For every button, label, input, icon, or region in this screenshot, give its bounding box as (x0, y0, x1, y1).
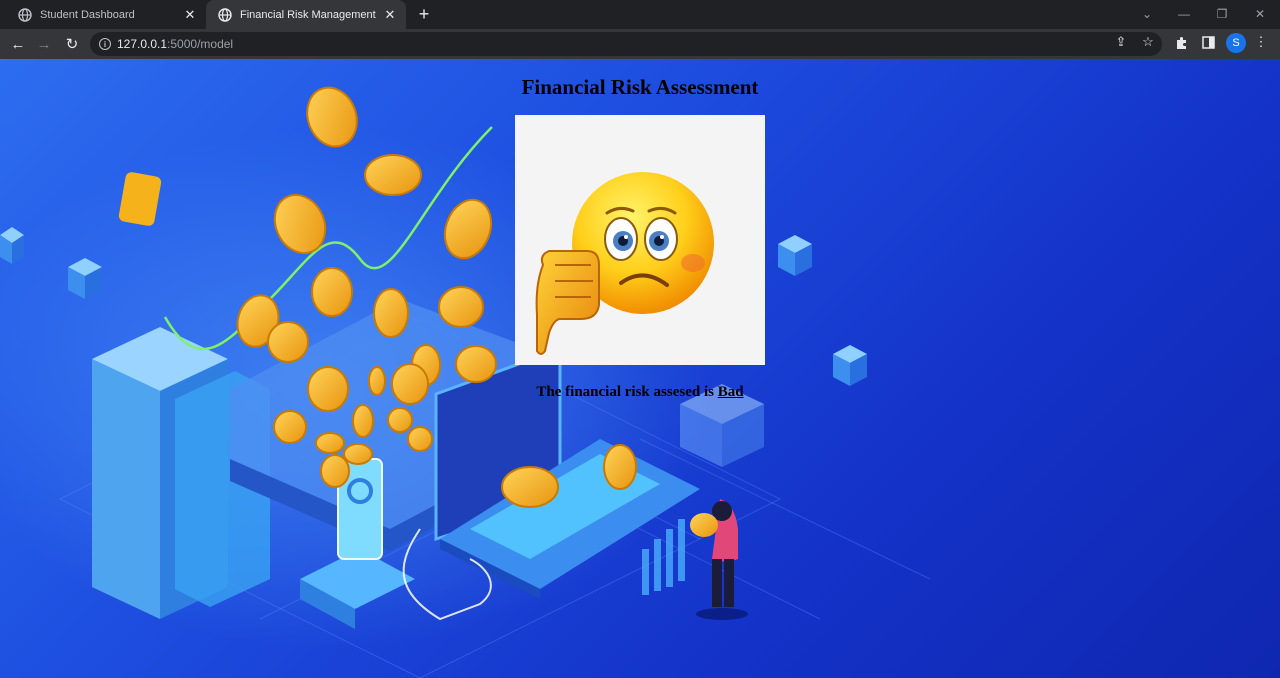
globe-icon (18, 7, 32, 22)
tab-search-chevron-icon[interactable]: ⌄ (1137, 4, 1157, 24)
restore-icon[interactable]: ❐ (1212, 4, 1232, 24)
tab-strip: Student Dashboard ✕ Financial Risk Manag… (0, 0, 1280, 29)
tab-label: Financial Risk Management (240, 8, 376, 21)
result-text: The financial risk assesed is Bad (0, 384, 1280, 401)
tab-financial-risk[interactable]: Financial Risk Management ✕ (206, 0, 406, 29)
close-window-icon[interactable]: ✕ (1250, 4, 1270, 24)
share-icon[interactable]: ⇪ (1113, 34, 1129, 50)
bookmark-star-icon[interactable]: ☆ (1140, 34, 1156, 50)
close-icon[interactable]: ✕ (382, 7, 398, 23)
thumbs-down-emoji-image (515, 115, 765, 365)
browser-toolbar: ← → ↻ i 127.0.0.1:5000/model ⇪ ☆ S ⋮ (0, 29, 1280, 59)
url-text: 127.0.0.1:5000/model (117, 37, 233, 51)
new-tab-plus-icon[interactable]: + (414, 4, 434, 24)
extensions-puzzle-icon[interactable] (1173, 34, 1189, 50)
back-arrow-icon[interactable]: ← (8, 34, 28, 54)
person-with-coin (690, 499, 748, 620)
reload-icon[interactable]: ↻ (62, 34, 82, 54)
forward-arrow-icon[interactable]: → (34, 34, 54, 54)
tab-label: Student Dashboard (40, 8, 135, 21)
globe-icon (218, 7, 232, 22)
menu-kebab-icon[interactable]: ⋮ (1253, 34, 1269, 50)
tab-student-dashboard[interactable]: Student Dashboard ✕ (6, 0, 206, 29)
page-title: Financial Risk Assessment (521, 75, 759, 99)
url-path: :5000/model (167, 37, 234, 51)
page-body: Financial Risk Assessment The financial … (0, 59, 1280, 678)
result-value: Bad (717, 384, 744, 400)
minimize-icon[interactable]: — (1174, 4, 1194, 24)
site-info-icon[interactable]: i (99, 38, 111, 50)
close-icon[interactable]: ✕ (182, 7, 198, 23)
side-panel-icon[interactable] (1200, 34, 1216, 50)
result-prefix: The financial risk assesed is (536, 384, 714, 400)
address-bar[interactable]: i 127.0.0.1:5000/model (90, 32, 1162, 56)
profile-avatar[interactable]: S (1226, 33, 1246, 53)
url-host: 127.0.0.1 (117, 37, 168, 51)
